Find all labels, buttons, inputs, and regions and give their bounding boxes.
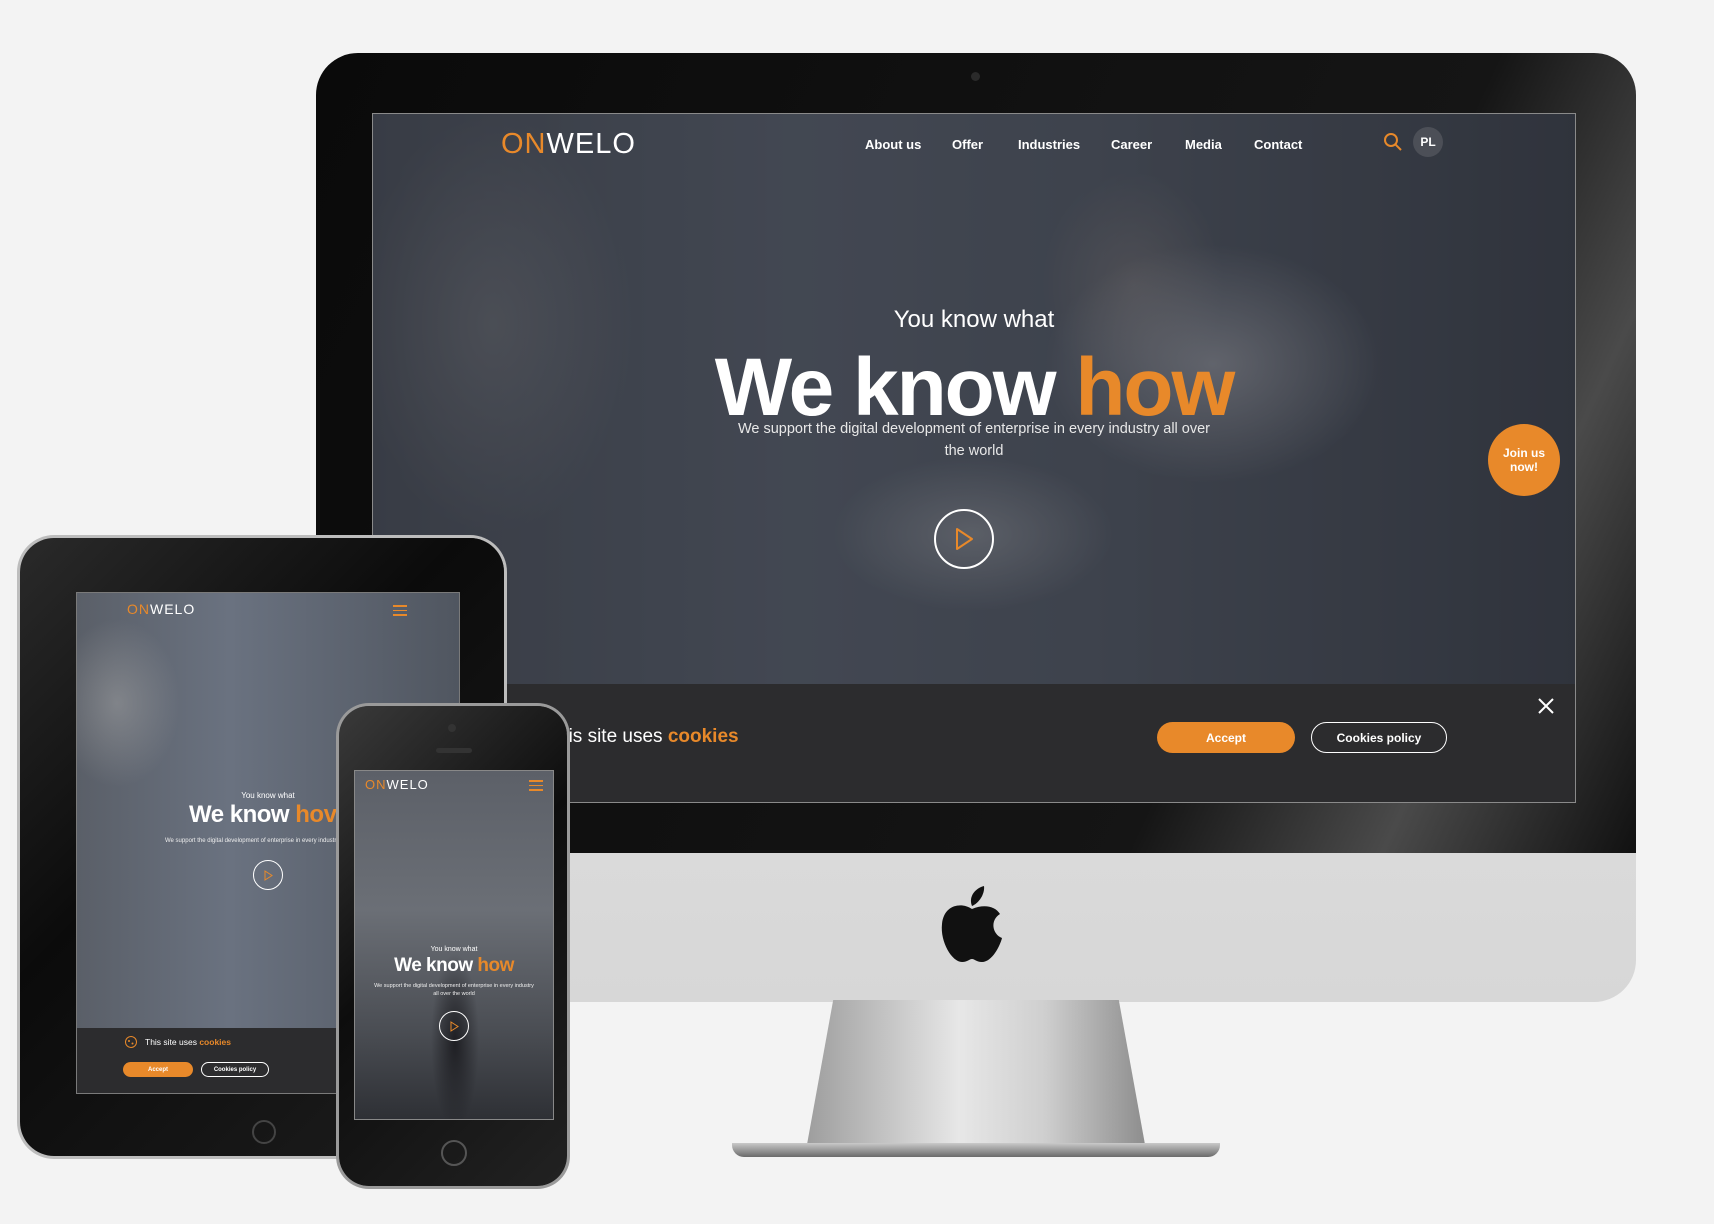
phone-screen: ONWELO You know what We know how We supp… [354, 770, 554, 1120]
tablet-logo[interactable]: ONWELO [127, 601, 195, 617]
tablet-headline: We know hov [189, 801, 337, 828]
phone-kicker: You know what [430, 946, 478, 953]
play-icon [264, 869, 273, 881]
close-icon[interactable] [1537, 697, 1555, 715]
imac-stand [806, 1000, 1146, 1150]
search-icon[interactable] [1383, 132, 1403, 152]
nav-about-us[interactable]: About us [865, 137, 921, 152]
nav-media[interactable]: Media [1185, 137, 1222, 152]
join-us-button[interactable]: Join us now! [1488, 424, 1560, 496]
apple-logo-icon [941, 886, 1002, 962]
tablet-subtitle: We support the digital development of en… [165, 838, 352, 844]
tablet-cookie-text: This site uses cookies [145, 1037, 231, 1047]
nav-contact[interactable]: Contact [1254, 137, 1302, 152]
imac-stand-base [732, 1143, 1220, 1157]
phone-subtitle: We support the digital development of en… [374, 983, 534, 997]
desktop-screen: ONWELO About us Offer Industries Career … [372, 113, 1576, 803]
hamburger-icon[interactable] [393, 605, 407, 619]
accept-cookies-button[interactable]: Accept [1157, 722, 1295, 753]
phone-play-button[interactable] [439, 1011, 469, 1041]
phone-home-button [441, 1140, 467, 1166]
play-icon [450, 1020, 459, 1032]
phone-speaker [436, 748, 472, 753]
tablet-accept-button[interactable]: Accept [123, 1062, 193, 1077]
nav-career[interactable]: Career [1111, 137, 1152, 152]
play-video-button[interactable] [934, 509, 994, 569]
site-logo[interactable]: ONWELO [501, 128, 636, 161]
cookies-link[interactable]: cookies [668, 726, 739, 747]
phone-camera [448, 724, 456, 732]
hamburger-icon[interactable] [529, 780, 543, 794]
nav-industries[interactable]: Industries [1018, 137, 1080, 152]
language-switch[interactable]: PL [1413, 127, 1443, 157]
phone-headline: We know how [394, 955, 514, 976]
hero-subtitle: We support the digital development of en… [737, 421, 1211, 459]
tablet-play-button[interactable] [253, 860, 283, 890]
hero-kicker: You know what [893, 306, 1055, 333]
phone-logo[interactable]: ONWELO [365, 777, 429, 792]
play-icon [956, 528, 973, 550]
cookie-icon [125, 1036, 137, 1048]
tablet-policy-button[interactable]: Cookies policy [201, 1062, 269, 1077]
imac-camera [971, 72, 980, 81]
cookie-text: his site uses cookies [558, 726, 739, 747]
hero-headline: We know how [714, 342, 1236, 433]
tablet-home-button [252, 1120, 276, 1144]
cookies-policy-button[interactable]: Cookies policy [1311, 722, 1447, 753]
nav-offer[interactable]: Offer [952, 137, 983, 152]
